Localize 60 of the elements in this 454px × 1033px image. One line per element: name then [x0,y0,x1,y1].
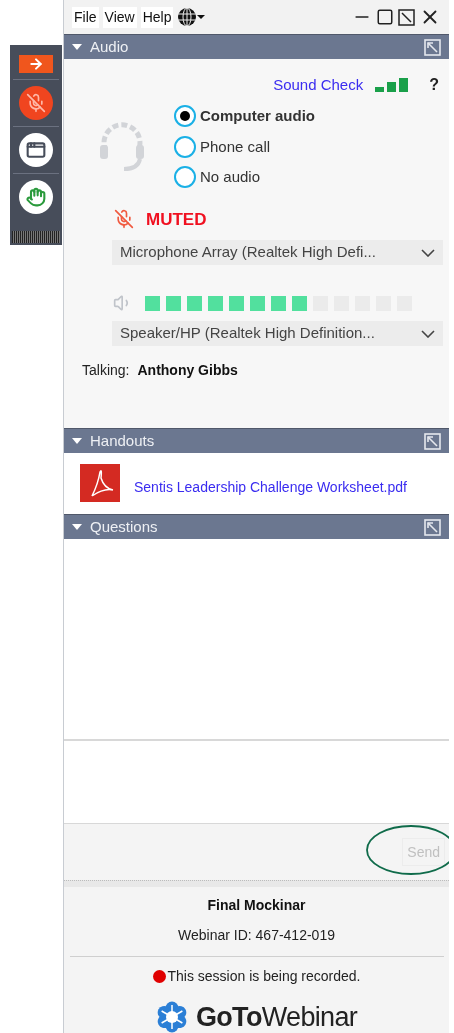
level-segment-lit [145,295,160,311]
arrow-icon [28,56,44,72]
chevron-down-icon[interactable] [421,329,435,338]
section-header[interactable]: Audio [64,34,449,59]
window-button[interactable] [19,133,53,167]
recording-notice: This session is being recorded. [167,967,361,986]
maximize-icon[interactable] [376,8,394,26]
chevron-down-icon[interactable] [421,248,435,257]
webinar-title: Final Mockinar [207,896,306,915]
level-segment-lit [187,295,202,311]
raise-hand-button[interactable] [19,180,53,214]
level-segment-lit [271,295,286,311]
menu-item[interactable]: View [102,6,137,28]
sound-check-link[interactable]: Sound Check [273,73,364,97]
restore-icon[interactable] [398,8,415,26]
microphone-dropdown[interactable]: Microphone Array (Realtek High Defi... [112,240,443,265]
resize-grip[interactable] [64,880,449,887]
language-menu[interactable] [177,7,206,27]
drag-grip[interactable] [12,231,60,243]
radio-button[interactable] [174,135,196,158]
section-title: Audio [90,36,130,57]
mic-status: MUTED [146,208,207,231]
collapse-triangle-icon[interactable] [72,522,82,532]
pop-out-icon[interactable] [424,432,441,450]
menu-item[interactable]: File [72,6,99,28]
section-title: Questions [90,516,159,537]
radio-option[interactable]: No audio [174,166,315,189]
radio-option[interactable]: Phone call [174,135,315,158]
level-segment-lit [250,295,265,311]
pop-out-icon[interactable] [424,38,441,56]
signal-bars-icon [375,78,410,92]
level-segment-lit [208,295,223,311]
product-logo: GoToWebinar [195,1001,358,1033]
menu-item[interactable]: Help [140,6,174,28]
raised-hand-icon [26,187,46,207]
pop-out-icon[interactable] [424,518,441,536]
radio-button[interactable] [174,105,196,128]
talking-name: Anthony Gibbs [137,361,238,380]
caret-icon [197,14,206,20]
radio-button[interactable] [174,166,196,189]
section-header[interactable]: Questions [64,514,449,539]
level-segment-lit [229,295,244,311]
headset-icon [98,121,146,173]
section-header[interactable]: Handouts [64,428,449,453]
level-segment-lit [166,295,181,311]
webinar-id: Webinar ID: 467-412-019 [178,926,335,945]
collapse-triangle-icon[interactable] [72,436,82,446]
arrow-button[interactable] [19,55,53,73]
muted-microphone-icon [26,93,46,113]
handout-link[interactable]: Sentis Leadership Challenge Worksheet.pdf [134,476,407,498]
window-icon [26,140,46,160]
section-title: Handouts [90,430,156,451]
radio-option[interactable]: Computer audio [174,105,315,128]
speaker-dropdown[interactable]: Speaker/HP (Realtek High Definition... [112,321,443,346]
microphone-button[interactable] [19,86,53,120]
talking-label: Talking: [82,361,130,380]
collapse-triangle-icon[interactable] [72,42,82,52]
pdf-file-icon [80,463,120,502]
help-link[interactable]: ? [429,73,439,97]
globe-icon [177,7,198,27]
